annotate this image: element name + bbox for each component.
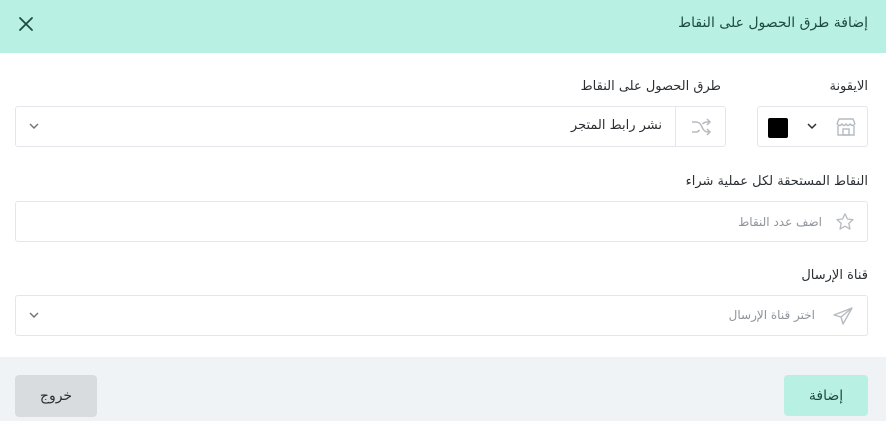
chevron-down-icon: [29, 123, 39, 129]
points-input[interactable]: [16, 202, 867, 241]
add-button[interactable]: إضافة: [784, 375, 868, 416]
store-icon: [836, 118, 856, 136]
method-label: طرق الحصول على النقاط: [580, 79, 721, 94]
dialog-header: إضافة طرق الحصول على النقاط: [0, 0, 886, 53]
star-icon: [836, 213, 854, 230]
send-icon: [833, 307, 853, 325]
dialog-footer: إضافة خروج: [0, 357, 886, 421]
points-label: النقاط المستحقة لكل عملية شراء: [685, 174, 868, 189]
color-swatch: [768, 118, 788, 138]
chevron-down-icon: [29, 312, 39, 318]
channel-select[interactable]: اختر قناة الإرسال: [15, 295, 868, 336]
chevron-down-icon: [807, 123, 817, 130]
share-icon-box: [675, 107, 725, 146]
dialog-title: إضافة طرق الحصول على النقاط: [678, 15, 868, 31]
channel-placeholder: اختر قناة الإرسال: [728, 308, 815, 322]
channel-label: قناة الإرسال: [801, 268, 868, 283]
method-select[interactable]: نشر رابط المتجر: [15, 106, 726, 147]
icon-select[interactable]: [757, 106, 868, 147]
share-icon: [691, 117, 711, 136]
exit-button[interactable]: خروج: [15, 375, 97, 417]
icon-label: الايقونة: [829, 79, 868, 94]
close-icon: [19, 17, 33, 31]
points-field[interactable]: [15, 201, 868, 242]
close-button[interactable]: [14, 12, 38, 36]
method-value: نشر رابط المتجر: [570, 118, 662, 133]
